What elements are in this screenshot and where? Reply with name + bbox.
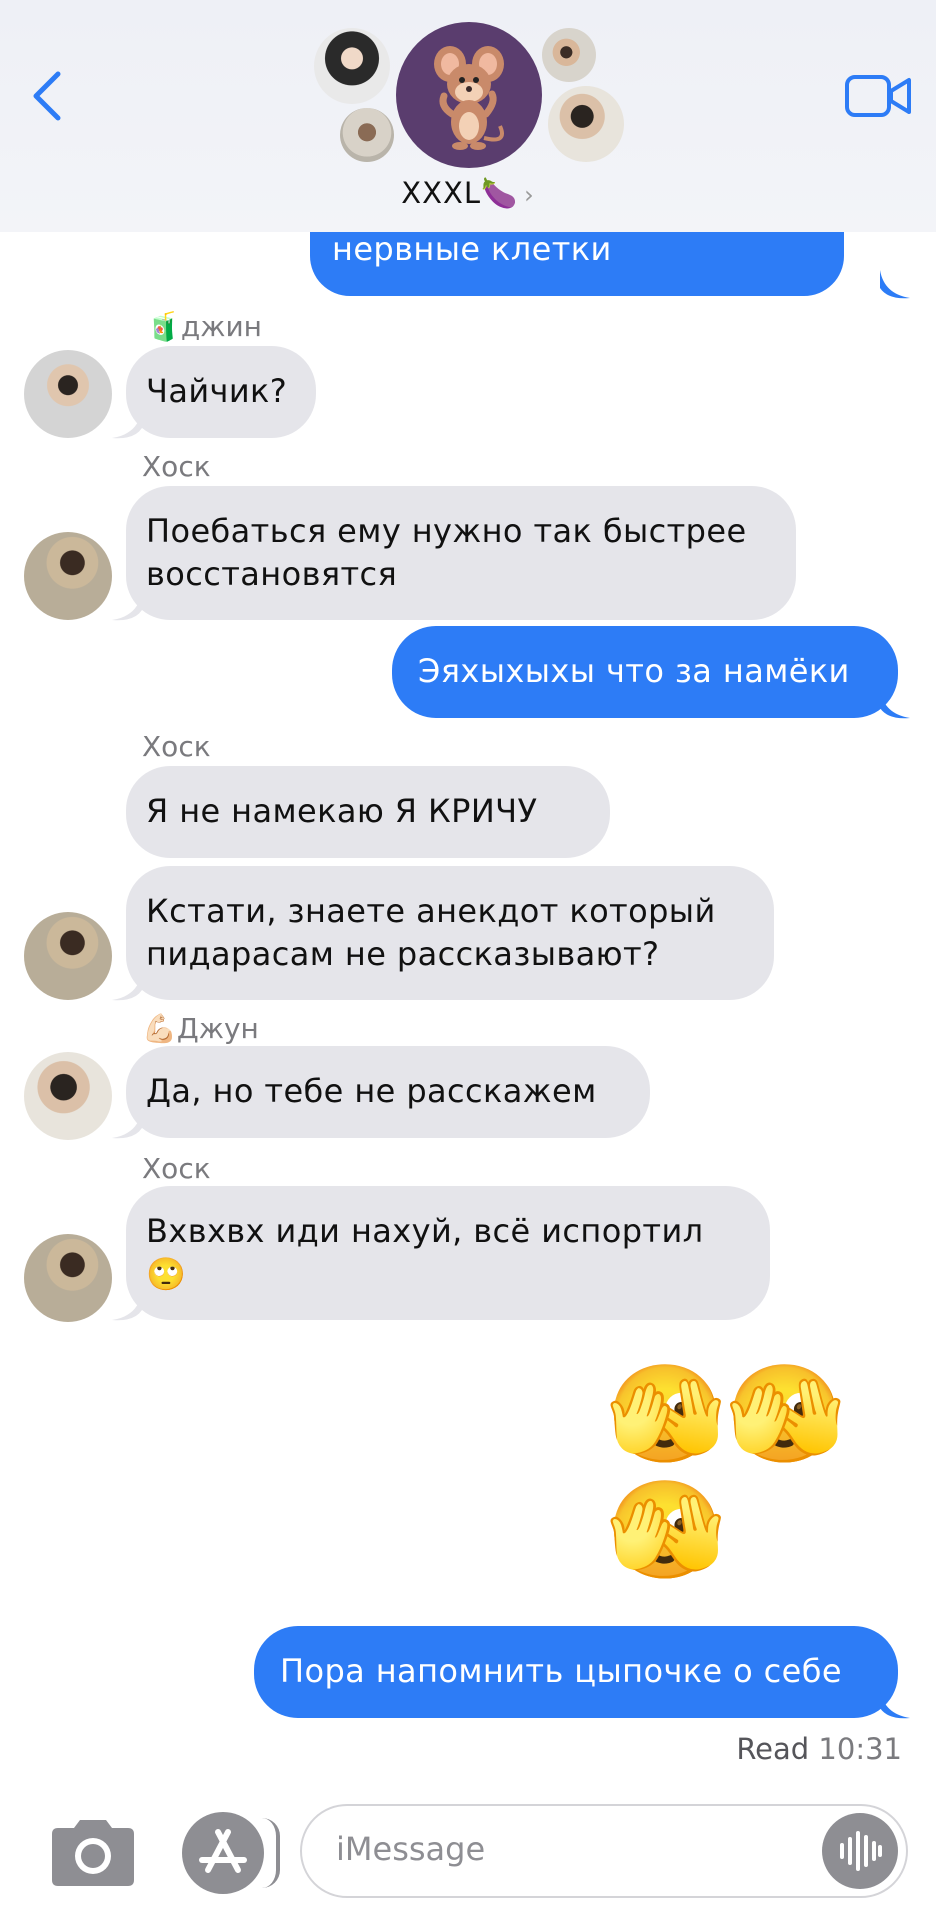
mouse-cartoon-icon — [434, 46, 504, 150]
message-text: Поебаться ему нужно так быстрее восстано… — [146, 512, 747, 593]
incoming-message[interactable]: Вхвхвх иди нахуй, всё испортил 🙄 — [126, 1186, 770, 1320]
message-text: Эяхыхыхы что за намёки — [418, 652, 850, 690]
message-input-placeholder: iMessage — [336, 1830, 486, 1868]
outgoing-emoji-message[interactable]: 🫣🫣🫣 — [606, 1356, 866, 1596]
incoming-message[interactable]: Кстати, знаете анекдот который пидарасам… — [126, 866, 774, 1000]
message-text: Чайчик? — [146, 372, 288, 410]
sender-name: Хоск — [142, 450, 211, 483]
sender-avatar[interactable] — [24, 532, 112, 620]
group-title[interactable]: XXXL🍆 › — [0, 176, 936, 211]
app-store-edge — [262, 1818, 280, 1888]
message-text: Кстати, знаете анекдот который пидарасам… — [146, 892, 716, 973]
waveform-icon — [840, 1831, 882, 1871]
app-store-button[interactable] — [182, 1812, 264, 1894]
bubble-tail — [880, 690, 910, 719]
bubble-tail — [880, 270, 910, 299]
conversation-header: XXXL🍆 › — [0, 0, 936, 232]
member-avatar — [548, 86, 624, 162]
sender-avatar[interactable] — [24, 350, 112, 438]
member-avatar — [340, 108, 394, 162]
bubble-tail — [112, 972, 142, 1001]
sender-avatar[interactable] — [24, 912, 112, 1000]
message-text: Пора напомнить цыпочке о себе — [280, 1652, 842, 1690]
bubble-tail — [112, 1292, 142, 1321]
outgoing-message[interactable]: Пора напомнить цыпочке о себе — [254, 1626, 898, 1718]
sender-name: Хоск — [142, 1152, 211, 1185]
read-receipt: Read 10:31 — [736, 1732, 902, 1766]
sender-avatar[interactable] — [24, 1052, 112, 1140]
bubble-tail — [880, 1690, 910, 1719]
incoming-message[interactable]: Да, но тебе не расскажем — [126, 1046, 650, 1138]
sender-avatar[interactable] — [24, 1234, 112, 1322]
camera-icon[interactable] — [48, 1816, 138, 1888]
chevron-right-icon: › — [524, 181, 535, 209]
message-input[interactable]: iMessage — [300, 1804, 908, 1898]
sender-name: 🧃джин — [146, 310, 262, 343]
member-avatar — [314, 28, 390, 104]
sender-name: Хоск — [142, 730, 211, 763]
member-avatar — [542, 28, 596, 82]
video-camera-icon[interactable] — [844, 72, 912, 120]
chevron-left-icon[interactable] — [28, 68, 68, 124]
voice-message-button[interactable] — [822, 1813, 898, 1889]
message-text: Вхвхвх иди нахуй, всё испортил 🙄 — [146, 1212, 704, 1293]
bubble-tail — [112, 592, 142, 621]
group-avatar[interactable] — [396, 22, 542, 168]
message-text: Да, но тебе не расскажем — [146, 1072, 597, 1110]
message-text: 🫣🫣🫣 — [606, 1358, 846, 1586]
incoming-message[interactable]: Я не намекаю Я КРИЧУ — [126, 766, 610, 858]
read-time: 10:31 — [818, 1732, 902, 1766]
message-text: Я не намекаю Я КРИЧУ — [146, 792, 538, 830]
message-text: нервные клетки — [332, 230, 612, 268]
read-label: Read — [736, 1732, 810, 1766]
outgoing-message[interactable]: Эяхыхыхы что за намёки — [392, 626, 898, 718]
group-name: XXXL🍆 — [401, 176, 519, 210]
bubble-tail — [112, 1110, 142, 1139]
bubble-tail — [112, 410, 142, 439]
incoming-message[interactable]: Поебаться ему нужно так быстрее восстано… — [126, 486, 796, 620]
incoming-message[interactable]: Чайчик? — [126, 346, 316, 438]
app-store-icon — [199, 1829, 247, 1873]
sender-name: 💪🏻Джун — [142, 1012, 259, 1045]
